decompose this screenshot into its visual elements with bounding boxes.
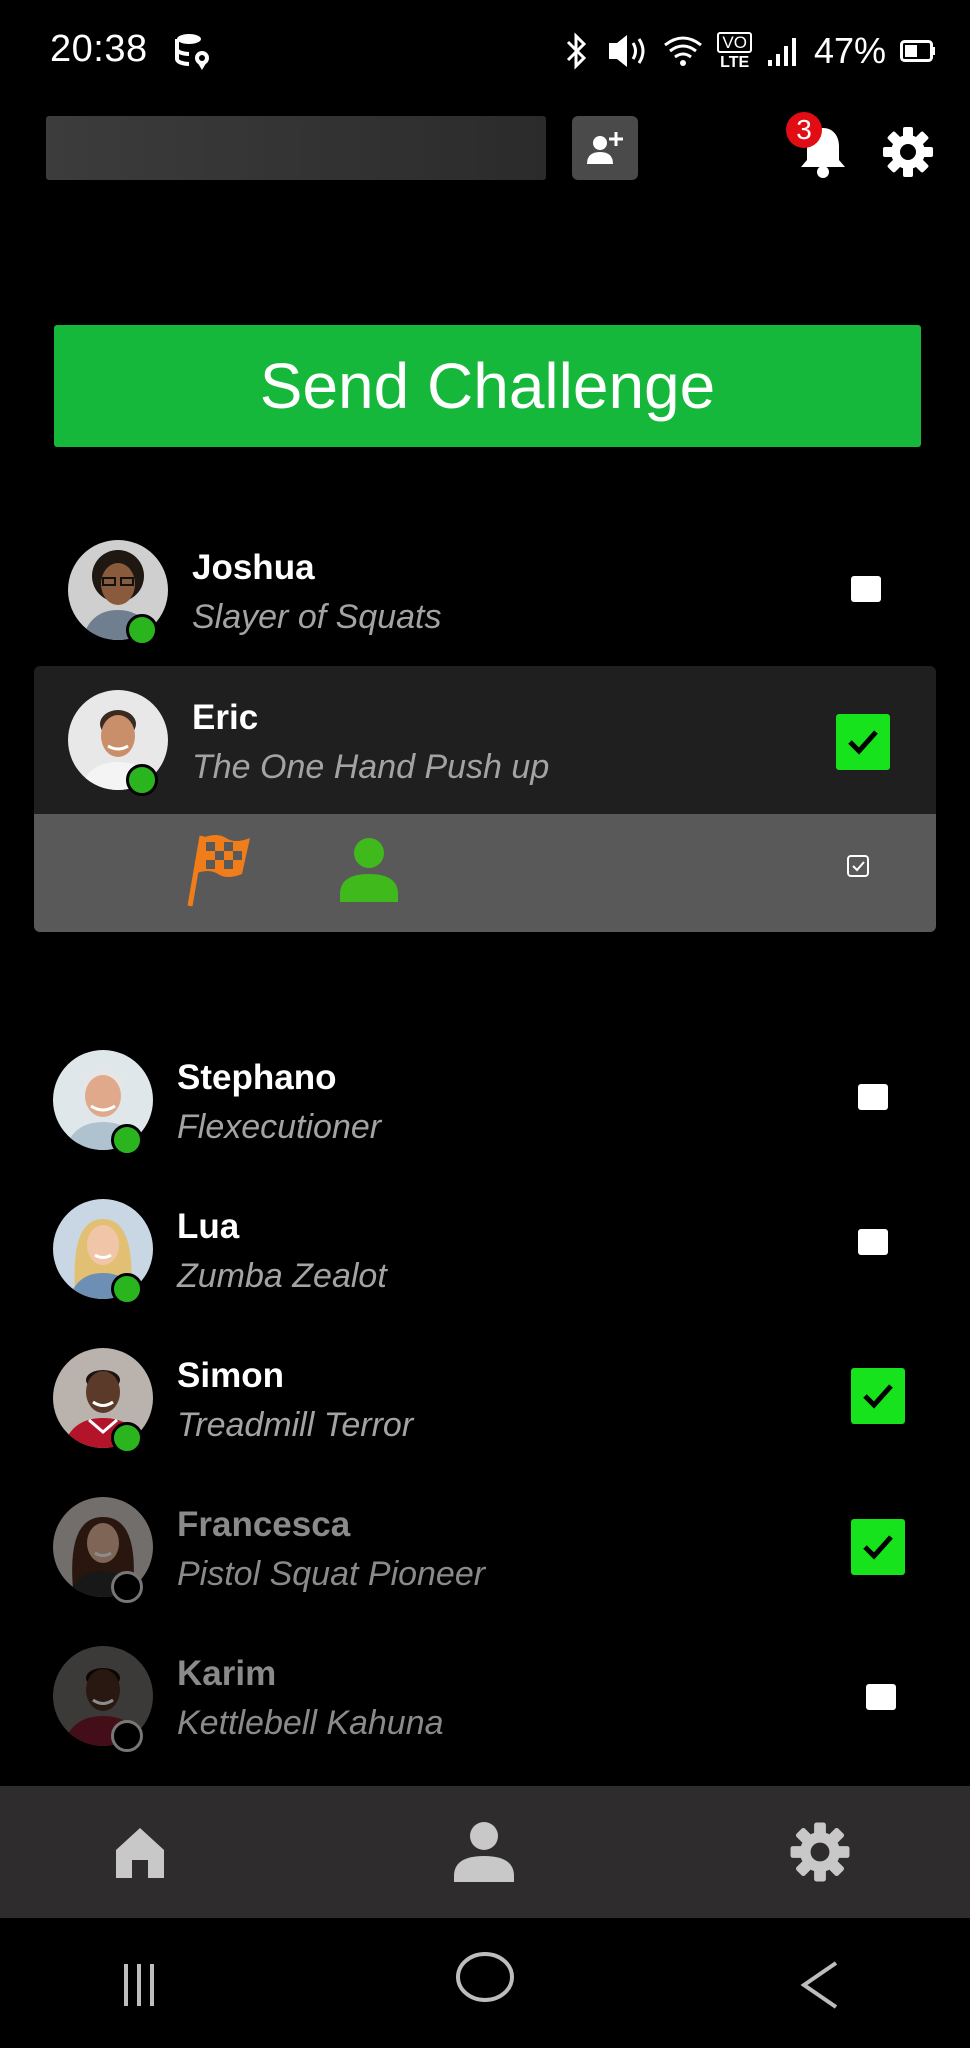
expanded-friend-card: Eric The One Hand Push up (34, 666, 936, 932)
offline-indicator (111, 1720, 143, 1752)
nav-settings[interactable] (760, 1786, 880, 1918)
notification-badge: 3 (786, 112, 822, 148)
friend-row[interactable]: Joshua Slayer of Squats (0, 518, 970, 666)
checkbox-icon (847, 855, 869, 877)
friend-actions (34, 814, 936, 932)
friend-title: Treadmill Terror (177, 1406, 414, 1444)
friend-name: Eric (192, 698, 259, 737)
gear-icon (883, 127, 933, 177)
friend-title: Zumba Zealot (177, 1257, 387, 1295)
friend-checkbox[interactable] (858, 1229, 888, 1255)
home-system-button[interactable] (454, 1950, 516, 2009)
back-icon (800, 1961, 838, 2009)
bluetooth-icon (567, 32, 587, 70)
bottom-navigation (0, 1786, 970, 1918)
friend-title: Kettlebell Kahuna (177, 1704, 444, 1742)
friend-checkbox[interactable] (851, 1519, 905, 1575)
signal-icon (767, 38, 796, 66)
add-person-icon (587, 132, 623, 164)
home-icon (116, 1828, 164, 1878)
recent-apps-icon (124, 1964, 154, 2006)
add-friend-button[interactable] (572, 116, 638, 180)
recent-apps-button[interactable] (122, 1960, 156, 2013)
offline-indicator (111, 1571, 143, 1603)
friend-checkbox[interactable] (851, 1368, 905, 1424)
system-navigation (0, 1918, 970, 2048)
vibrate-icon (609, 35, 645, 67)
friend-title: Pistol Squat Pioneer (177, 1555, 486, 1593)
friend-name: Simon (177, 1356, 284, 1395)
check-icon (848, 730, 878, 755)
friend-checkbox[interactable] (866, 1684, 896, 1710)
select-checkbox-icon-button[interactable] (846, 854, 870, 883)
wifi-icon (664, 36, 703, 66)
friend-name: Francesca (177, 1505, 351, 1544)
online-indicator (111, 1124, 143, 1156)
profile-icon (454, 1822, 514, 1882)
nav-home[interactable] (80, 1786, 200, 1918)
friend-title: Flexecutioner (177, 1108, 382, 1146)
friend-title: The One Hand Push up (192, 748, 550, 786)
person-icon (340, 838, 398, 902)
friend-row[interactable]: Francesca Pistol Squat Pioneer (0, 1471, 970, 1619)
friend-checkbox[interactable] (858, 1084, 888, 1110)
friend-row[interactable]: Karim Kettlebell Kahuna (0, 1620, 970, 1768)
settings-icon (790, 1822, 850, 1882)
friend-name: Stephano (177, 1058, 337, 1097)
friend-row[interactable]: Stephano Flexecutioner (0, 1024, 970, 1172)
battery-icon (900, 40, 935, 62)
friend-title: Slayer of Squats (192, 598, 442, 636)
view-profile-button[interactable] (336, 836, 402, 909)
home-circle-icon (456, 1952, 514, 2002)
status-icons: VO LTE 47% (563, 30, 936, 72)
check-icon (863, 1535, 893, 1560)
battery-percent: 47% (813, 30, 886, 71)
volte-icon: VO LTE (717, 31, 752, 71)
friend-checkbox[interactable] (836, 714, 890, 770)
friend-checkbox[interactable] (851, 576, 881, 602)
friend-name: Joshua (192, 548, 315, 587)
online-indicator (111, 1422, 143, 1454)
online-indicator (126, 614, 158, 646)
send-challenge-button[interactable]: Send Challenge (54, 325, 921, 447)
online-indicator (111, 1273, 143, 1305)
friend-row[interactable]: Lua Zumba Zealot (0, 1173, 970, 1321)
back-button[interactable] (800, 1960, 840, 2015)
check-icon (863, 1384, 893, 1409)
database-location-icon (174, 32, 212, 77)
status-time: 20:38 (50, 28, 148, 70)
nav-profile[interactable] (424, 1786, 544, 1918)
settings-button[interactable] (880, 124, 936, 180)
friend-row[interactable]: Simon Treadmill Terror (0, 1322, 970, 1470)
friend-name: Lua (177, 1207, 240, 1246)
search-input[interactable] (46, 116, 546, 180)
friend-name: Karim (177, 1654, 277, 1693)
challenge-flag-button[interactable] (184, 832, 254, 913)
checkered-flag-icon (187, 835, 250, 907)
online-indicator (126, 764, 158, 796)
